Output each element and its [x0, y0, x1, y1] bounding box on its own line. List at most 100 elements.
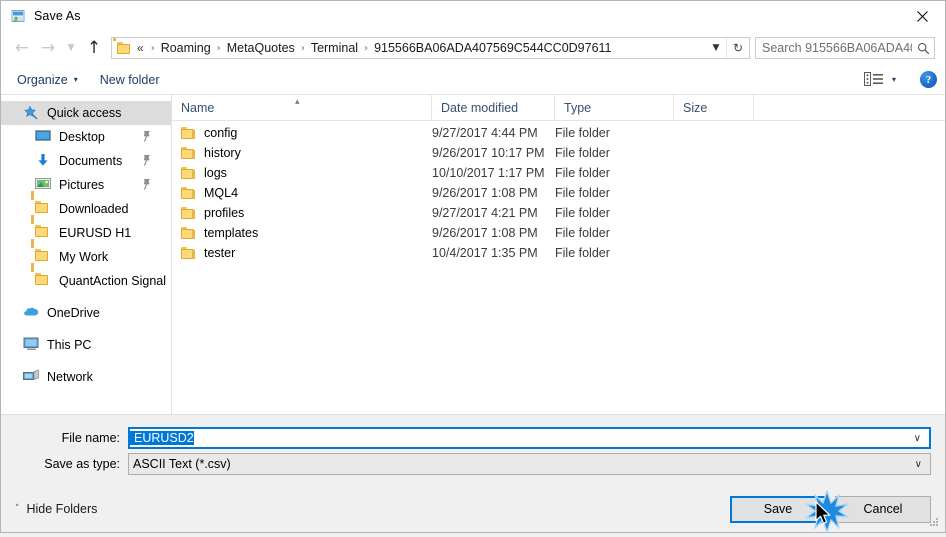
- sidebar-item-my-work[interactable]: My Work: [1, 239, 171, 269]
- sidebar-item-label: Documents: [59, 154, 123, 168]
- file-date: 9/27/2017 4:21 PM: [432, 206, 538, 220]
- table-row[interactable]: config 9/27/2017 4:44 PM File folder: [172, 123, 945, 143]
- breadcrumb-item-metaquotes[interactable]: MetaQuotes: [226, 41, 296, 55]
- breadcrumb-overflow[interactable]: «: [136, 41, 146, 55]
- close-icon[interactable]: [899, 1, 945, 31]
- folder-icon: [31, 263, 52, 289]
- file-name-label: File name:: [61, 431, 120, 445]
- sidebar-item-quantaction-signal[interactable]: QuantAction Signal: [1, 263, 171, 293]
- view-layout-icon[interactable]: [863, 71, 884, 88]
- file-name-cell: logs: [172, 166, 432, 180]
- organize-label: Organize: [17, 72, 68, 87]
- sidebar-item-this-pc[interactable]: This PC: [1, 333, 171, 357]
- recent-locations-button[interactable]: ▼: [61, 36, 81, 60]
- table-row[interactable]: templates 9/26/2017 1:08 PM File folder: [172, 223, 945, 243]
- file-name-cell: templates: [172, 226, 432, 240]
- file-name-cell: config: [172, 126, 432, 140]
- sidebar-item-label: OneDrive: [47, 306, 100, 320]
- arrow-up-icon: ↑: [86, 37, 102, 58]
- folder-icon: [181, 126, 196, 140]
- folder-icon: [181, 146, 196, 160]
- file-date: 10/4/2017 1:35 PM: [432, 246, 538, 260]
- organize-button[interactable]: Organize ▾: [17, 73, 78, 87]
- sidebar-item-documents[interactable]: Documents: [1, 149, 171, 173]
- file-name: history: [204, 146, 241, 160]
- sidebar-item-downloaded[interactable]: Downloaded: [1, 191, 171, 221]
- folder-icon: [181, 186, 196, 200]
- file-date: 9/27/2017 4:44 PM: [432, 126, 538, 140]
- save-as-dialog: Save As ← → ▼ ↑ « › Roaming › MetaQuotes…: [0, 0, 946, 533]
- address-bar[interactable]: « › Roaming › MetaQuotes › Terminal › 91…: [111, 37, 750, 59]
- save-button[interactable]: Save: [730, 495, 826, 523]
- sidebar-item-pictures[interactable]: Pictures: [1, 173, 171, 197]
- pin-icon[interactable]: [141, 178, 152, 191]
- breadcrumb-item-terminal[interactable]: Terminal: [310, 41, 359, 55]
- back-button[interactable]: ←: [9, 36, 35, 60]
- table-row[interactable]: profiles 9/27/2017 4:21 PM File folder: [172, 203, 945, 223]
- help-button[interactable]: ?: [920, 71, 937, 88]
- table-row[interactable]: MQL4 9/26/2017 1:08 PM File folder: [172, 183, 945, 203]
- this-pc-icon: [23, 337, 40, 353]
- table-row[interactable]: logs 10/10/2017 1:17 PM File folder: [172, 163, 945, 183]
- sidebar-item-network[interactable]: Network: [1, 365, 171, 389]
- column-label: Type: [564, 100, 592, 115]
- documents-download-icon: [35, 153, 52, 169]
- arrow-right-icon: →: [40, 37, 56, 58]
- column-label: Name: [181, 100, 215, 115]
- column-header-date-modified[interactable]: Date modified: [432, 95, 555, 120]
- file-name: MQL4: [204, 186, 239, 200]
- column-header-type[interactable]: Type: [555, 95, 674, 120]
- sidebar-item-onedrive[interactable]: OneDrive: [1, 301, 171, 325]
- file-name-cell: profiles: [172, 206, 432, 220]
- folder-icon: [113, 38, 132, 55]
- pin-icon[interactable]: [141, 154, 152, 167]
- sidebar-item-label: Network: [47, 370, 93, 384]
- sidebar-item-quick-access[interactable]: Quick access: [1, 101, 171, 125]
- file-type: File folder: [555, 246, 610, 260]
- folder-icon: [31, 215, 52, 241]
- column-header-size[interactable]: Size: [674, 95, 754, 120]
- navigation-sidebar: Quick access Desktop Documents Pictures …: [1, 95, 172, 414]
- sidebar-item-label: Downloaded: [59, 202, 129, 216]
- refresh-icon[interactable]: ↻: [726, 38, 749, 58]
- save-as-type-select[interactable]: ASCII Text (*.csv) ∨: [128, 453, 931, 475]
- star-pin-icon: [23, 105, 40, 121]
- pin-icon[interactable]: [141, 130, 152, 143]
- view-dropdown-icon[interactable]: ▾: [892, 75, 896, 84]
- file-type: File folder: [555, 226, 610, 240]
- chevron-down-icon[interactable]: ∨: [915, 459, 922, 470]
- hide-folders-label: Hide Folders: [26, 502, 98, 516]
- sidebar-item-label: This PC: [47, 338, 92, 352]
- file-name-cell: history: [172, 146, 432, 160]
- hide-folders-button[interactable]: ˄ Hide Folders: [15, 502, 97, 516]
- up-button[interactable]: ↑: [81, 36, 107, 60]
- sidebar-item-label: My Work: [59, 250, 109, 264]
- sidebar-item-desktop[interactable]: Desktop: [1, 125, 171, 149]
- file-name-value: EURUSD2: [130, 431, 194, 445]
- table-row[interactable]: tester 10/4/2017 1:35 PM File folder: [172, 243, 945, 263]
- folder-icon: [181, 246, 196, 260]
- folder-icon: [31, 239, 52, 265]
- breadcrumb-item-roaming[interactable]: Roaming: [160, 41, 212, 55]
- search-input[interactable]: Search 915566BA06ADA40756...: [755, 37, 935, 59]
- network-icon: [23, 369, 40, 385]
- new-folder-button[interactable]: New folder: [100, 73, 160, 87]
- sidebar-item-eurusd-h1[interactable]: EURUSD H1: [1, 215, 171, 245]
- breadcrumb-item-terminal-id[interactable]: 915566BA06ADA407569C544CC0D97611: [373, 41, 612, 55]
- toolbar-right-group: ▾ ?: [863, 71, 937, 88]
- file-date: 9/26/2017 1:08 PM: [432, 186, 538, 200]
- file-name-input[interactable]: EURUSD2 ∨: [128, 427, 931, 449]
- column-header-name[interactable]: Name ▴: [172, 95, 432, 120]
- cancel-button[interactable]: Cancel: [835, 495, 931, 523]
- folder-icon: [181, 166, 196, 180]
- address-dropdown-icon[interactable]: ▼: [706, 43, 726, 53]
- resize-grip-icon[interactable]: [928, 516, 940, 528]
- forward-button[interactable]: →: [35, 36, 61, 60]
- navigation-bar: ← → ▼ ↑ « › Roaming › MetaQuotes › Termi…: [1, 31, 945, 65]
- sidebar-item-label: QuantAction Signal: [59, 274, 167, 288]
- chevron-down-icon[interactable]: ∨: [914, 433, 921, 444]
- file-type: File folder: [555, 126, 610, 140]
- sidebar-item-label: EURUSD H1: [59, 226, 132, 240]
- arrow-left-icon: ←: [14, 37, 30, 58]
- table-row[interactable]: history 9/26/2017 10:17 PM File folder: [172, 143, 945, 163]
